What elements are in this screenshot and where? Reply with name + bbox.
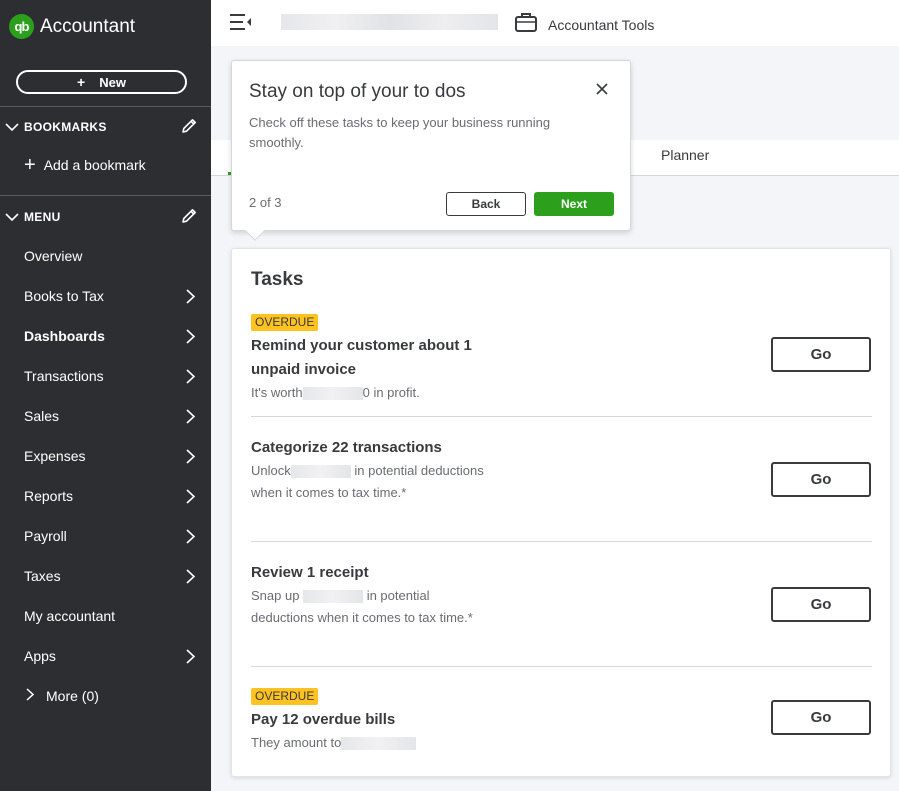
task-title: Review 1 receipt [251,564,369,581]
collapse-menu-icon[interactable] [229,13,253,36]
sidebar-item-books-to-tax[interactable]: Books to Tax [0,276,211,316]
task-description-text: It's worth [251,385,303,400]
sidebar-item-reports[interactable]: Reports [0,476,211,516]
sidebar-item-label: Payroll [24,528,67,544]
bookmarks-header[interactable]: BOOKMARKS [0,115,211,139]
task-title: Categorize 22 transactions [251,439,442,456]
accountant-tools-button[interactable]: Accountant Tools [514,11,654,38]
tasks-title: Tasks [251,269,304,290]
briefcase-icon [514,11,538,38]
chevron-right-icon [186,369,196,389]
next-button[interactable]: Next [534,192,614,216]
edit-menu-pencil-icon[interactable] [180,207,198,230]
divider [0,106,211,107]
task-description: They amount to [251,732,491,754]
sidebar-item-label: Expenses [24,448,86,464]
chevron-down-icon[interactable] [0,122,24,132]
plus-icon: + [77,74,86,90]
sidebar-item-sales[interactable]: Sales [0,396,211,436]
go-button[interactable]: Go [771,462,871,497]
quickbooks-logo: qb [9,14,34,39]
overdue-badge: OVERDUE [251,314,319,331]
task-description: Snap up in potential deductions when it … [251,585,491,629]
chevron-right-icon [186,329,196,349]
menu-header[interactable]: MENU [0,205,211,229]
sidebar-item-label: Books to Tax [24,288,104,304]
popover-caret [245,221,265,241]
sidebar-item-apps[interactable]: Apps [0,636,211,676]
task-description-text: Snap up [251,588,300,603]
chevron-right-icon [186,449,196,469]
add-bookmark-link[interactable]: + Add a bookmark [24,155,146,175]
company-name-redacted [281,14,498,30]
chevron-right-icon [26,688,35,704]
redacted-amount [302,387,363,401]
task-description-text: Unlock [251,463,291,478]
onboarding-popover: Stay on top of your to dos Check off the… [231,60,631,241]
edit-bookmarks-pencil-icon[interactable] [180,117,198,140]
divider [0,195,211,196]
chevron-right-icon [186,529,196,549]
plus-icon: + [24,154,36,176]
tab-planner[interactable]: Planner [661,147,709,163]
add-bookmark-label: Add a bookmark [43,157,146,173]
divider [251,541,872,542]
left-sidebar: qb Accountant + New BOOKMARKS + Add a bo… [0,0,211,791]
tasks-card: Tasks OVERDUE Remind your customer about… [231,248,891,777]
sidebar-item-my-accountant[interactable]: My accountant [0,596,211,636]
sidebar-item-label: Dashboards [24,328,105,344]
sidebar-item-label: Transactions [24,368,104,384]
task-description-text: 0 in profit. [362,385,420,400]
sidebar-item-overview[interactable]: Overview [0,236,211,276]
chevron-right-icon [186,649,196,669]
sidebar-item-expenses[interactable]: Expenses [0,436,211,476]
chevron-right-icon [186,409,196,429]
popover-step-indicator: 2 of 3 [249,195,282,210]
brand[interactable]: qb Accountant [9,14,135,39]
new-button[interactable]: + New [16,70,187,94]
sidebar-item-label: Taxes [24,568,61,584]
chevron-right-icon [186,489,196,509]
divider [251,416,872,417]
chevron-down-icon[interactable] [0,212,24,222]
overdue-badge: OVERDUE [251,688,319,705]
go-button[interactable]: Go [771,587,871,622]
redacted-amount [341,737,417,751]
divider [251,666,872,667]
sidebar-item-label: Reports [24,488,74,504]
task-title: Pay 12 overdue bills [251,711,396,728]
sidebar-item-dashboards[interactable]: Dashboards [0,316,211,356]
task-description: It's worth 0 in profit. [251,382,491,404]
sidebar-item-transactions[interactable]: Transactions [0,356,211,396]
sidebar-item-label: Overview [24,248,83,264]
back-button[interactable]: Back [446,192,526,216]
bookmarks-label: BOOKMARKS [24,120,107,134]
redacted-amount [303,590,364,604]
chevron-right-icon [186,289,196,309]
task-title: Remind your customer about 1 unpaid invo… [251,337,472,378]
go-button[interactable]: Go [771,337,871,372]
popover-body: Check off these tasks to keep your busin… [249,115,551,150]
more-label: More (0) [46,688,99,704]
redacted-amount [290,465,351,479]
task-description-text: They amount to [251,735,342,750]
brand-name: Accountant [40,15,136,37]
chevron-right-icon [186,569,196,589]
sidebar-item-label: My accountant [24,608,116,624]
top-bar: Accountant Tools [211,0,899,46]
menu-label: MENU [24,210,61,224]
sidebar-item-taxes[interactable]: Taxes [0,556,211,596]
close-icon[interactable] [594,81,610,102]
sidebar-item-label: Sales [24,408,60,424]
sidebar-item-payroll[interactable]: Payroll [0,516,211,556]
accountant-tools-label: Accountant Tools [548,16,655,33]
sidebar-more[interactable]: More (0) [26,688,99,704]
new-button-label: New [99,74,126,90]
task-description: Unlock in potential deductions when it c… [251,460,491,504]
go-button[interactable]: Go [771,700,871,735]
sidebar-item-label: Apps [24,648,56,664]
popover-title: Stay on top of your to dos [249,81,466,102]
